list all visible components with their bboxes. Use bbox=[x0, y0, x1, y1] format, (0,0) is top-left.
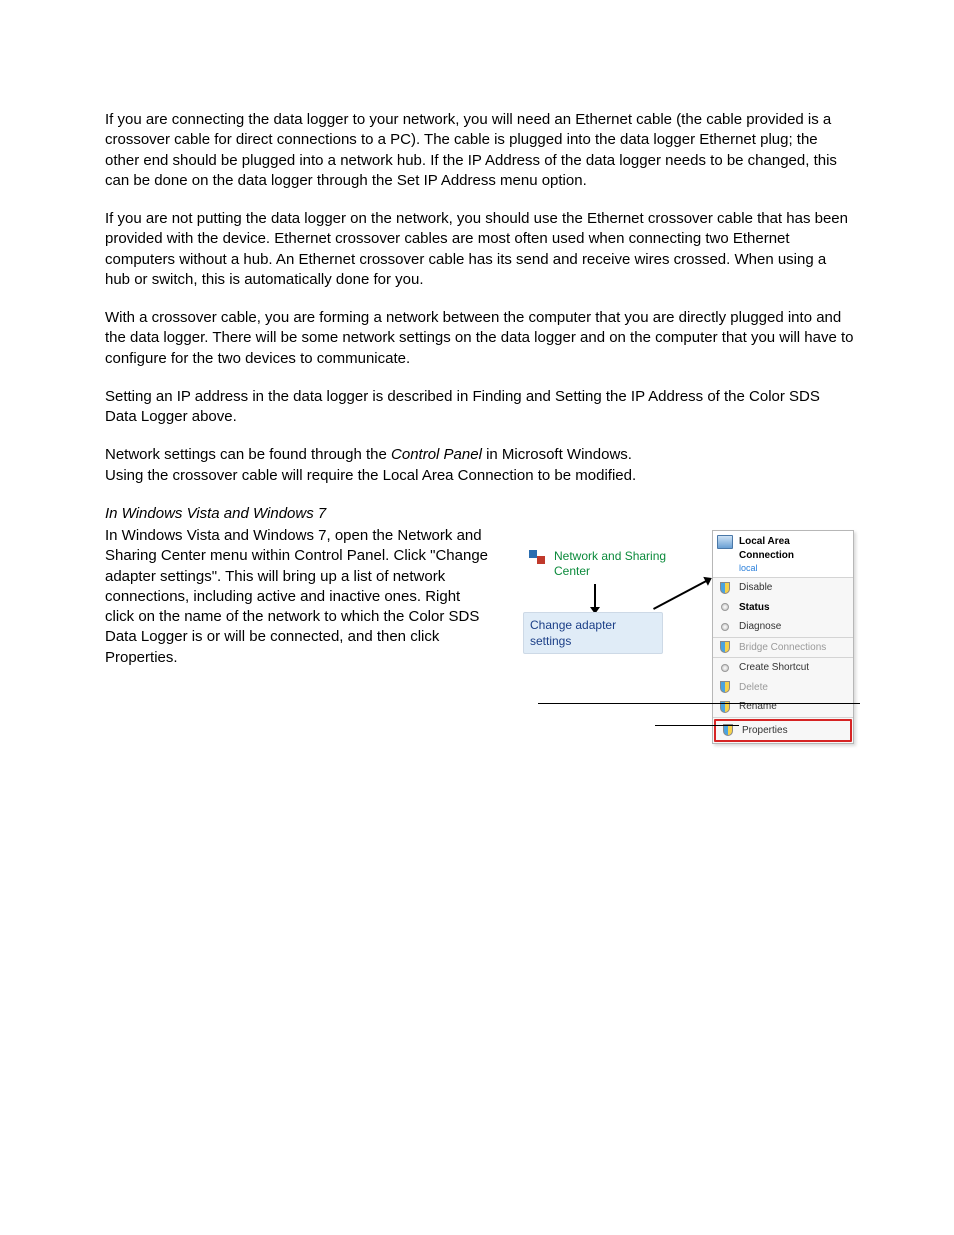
bullet-icon bbox=[721, 623, 729, 631]
context-menu-item[interactable]: Delete bbox=[713, 678, 853, 698]
figure-network-settings: Network and Sharing Center Change adapte… bbox=[516, 530, 854, 710]
context-menu-item-label: Status bbox=[739, 601, 770, 615]
context-menu-item[interactable]: Rename bbox=[713, 697, 853, 718]
context-menu-item[interactable]: Properties bbox=[714, 719, 852, 743]
shield-icon bbox=[723, 724, 733, 736]
network-sharing-center-link[interactable]: Network and Sharing Center bbox=[528, 549, 674, 579]
bullet-icon bbox=[721, 603, 729, 611]
body-paragraph: Setting an IP address in the data logger… bbox=[105, 387, 854, 428]
body-paragraph: If you are connecting the data logger to… bbox=[105, 110, 854, 191]
control-panel-emphasis: Control Panel bbox=[391, 446, 482, 463]
body-paragraph: In Windows Vista and Windows 7, open the… bbox=[105, 526, 490, 668]
bullet-icon bbox=[721, 664, 729, 672]
context-menu-item-label: Delete bbox=[739, 681, 768, 695]
context-menu-header: Local Area Connection local bbox=[713, 531, 853, 578]
context-menu-item[interactable]: Diagnose bbox=[713, 617, 853, 638]
body-paragraph: Network settings can be found through th… bbox=[105, 445, 854, 486]
arrow-diagonal-icon bbox=[653, 578, 710, 610]
subheading-win7: In Windows Vista and Windows 7 bbox=[105, 504, 854, 524]
context-menu-item[interactable]: Bridge Connections bbox=[713, 638, 853, 659]
body-paragraph: With a crossover cable, you are forming … bbox=[105, 308, 854, 369]
body-paragraph: If you are not putting the data logger o… bbox=[105, 209, 854, 290]
context-menu-item[interactable]: Disable bbox=[713, 578, 853, 598]
context-menu-item-label: Create Shortcut bbox=[739, 661, 809, 675]
context-menu: Local Area Connection local Disable Statu… bbox=[712, 530, 854, 744]
shield-icon bbox=[720, 641, 730, 653]
figure-divider bbox=[655, 725, 739, 726]
context-menu-item[interactable]: Status bbox=[713, 598, 853, 618]
figure-divider bbox=[538, 703, 860, 704]
context-menu-item-label: Bridge Connections bbox=[739, 641, 826, 655]
change-adapter-settings-link[interactable]: Change adapter settings bbox=[523, 612, 663, 654]
arrow-down-icon bbox=[594, 584, 596, 608]
network-sharing-center-icon bbox=[528, 549, 546, 565]
context-menu-item-label: Properties bbox=[742, 724, 788, 738]
context-menu-item-label: Diagnose bbox=[739, 620, 781, 634]
shield-icon bbox=[720, 681, 730, 693]
shield-icon bbox=[720, 582, 730, 594]
context-menu-item-label: Disable bbox=[739, 581, 772, 595]
context-menu-item[interactable]: Create Shortcut bbox=[713, 658, 853, 678]
network-adapter-icon bbox=[717, 535, 733, 549]
